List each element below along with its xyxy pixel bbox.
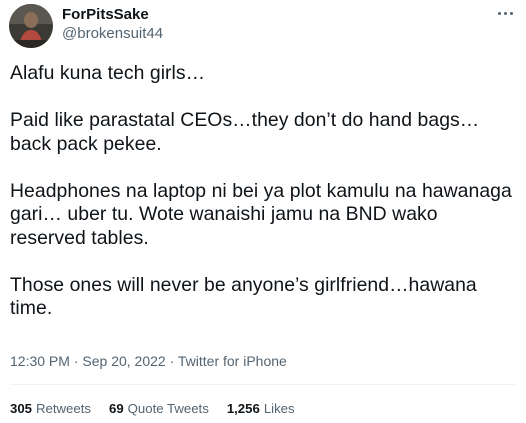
more-dot bbox=[503, 11, 507, 15]
tweet-metadata: 12:30 PM · Sep 20, 2022 · Twitter for iP… bbox=[10, 352, 287, 370]
meta-separator: · bbox=[165, 353, 178, 369]
tweet-card: ForPitsSake @brokensuit44 Alafu kuna tec… bbox=[0, 0, 526, 423]
likes-count: 1,256 bbox=[226, 401, 260, 416]
divider bbox=[10, 384, 516, 385]
retweets-stat[interactable]: 305 Retweets bbox=[10, 401, 91, 417]
retweets-count: 305 bbox=[10, 401, 33, 416]
tweet-source-link[interactable]: Twitter for iPhone bbox=[178, 353, 287, 369]
tweet-time-link[interactable]: 12:30 PM bbox=[10, 353, 70, 369]
engagement-stats: 305 Retweets 69 Quote Tweets 1,256 Likes bbox=[10, 401, 295, 417]
quote-tweets-count: 69 bbox=[109, 401, 124, 416]
meta-separator: · bbox=[69, 353, 83, 369]
likes-label: Likes bbox=[263, 401, 295, 416]
quote-tweets-stat[interactable]: 69 Quote Tweets bbox=[109, 401, 209, 417]
more-options-icon[interactable] bbox=[494, 6, 516, 20]
tweet-paragraph: Headphones na laptop ni bei ya plot kamu… bbox=[10, 179, 512, 249]
quote-tweets-label: Quote Tweets bbox=[127, 401, 209, 416]
tweet-paragraph: Alafu kuna tech girls… bbox=[10, 62, 206, 84]
more-dot bbox=[509, 11, 513, 15]
tweet-paragraph: Paid like parastatal CEOs…they don’t do … bbox=[10, 109, 480, 155]
likes-stat[interactable]: 1,256 Likes bbox=[227, 401, 295, 417]
author-handle[interactable]: @brokensuit44 bbox=[62, 25, 163, 43]
author-avatar[interactable] bbox=[9, 4, 53, 48]
author-display-name[interactable]: ForPitsSake bbox=[62, 6, 149, 24]
more-dot bbox=[497, 11, 501, 15]
tweet-text: Alafu kuna tech girls… Paid like parasta… bbox=[10, 62, 516, 321]
tweet-date-link[interactable]: Sep 20, 2022 bbox=[82, 353, 165, 369]
profile-photo-icon bbox=[9, 4, 53, 48]
tweet-paragraph: Those ones will never be anyone’s girlfr… bbox=[10, 273, 477, 320]
retweets-label: Retweets bbox=[36, 401, 91, 416]
